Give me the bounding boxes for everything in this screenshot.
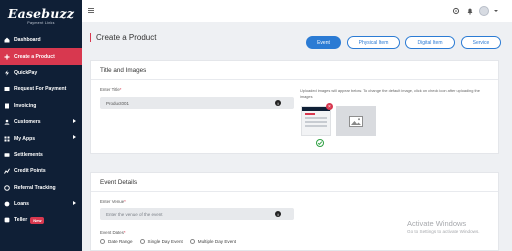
tab-physical-item[interactable]: Physical Item xyxy=(347,36,400,49)
plus-icon xyxy=(4,54,10,60)
credit-points-icon xyxy=(4,168,10,175)
bell-icon[interactable] xyxy=(465,7,474,16)
top-bar xyxy=(82,0,512,22)
sidebar-item-my-apps[interactable]: My Apps xyxy=(0,130,82,146)
tab-digital-item[interactable]: Digital Item xyxy=(405,36,455,49)
invoice-icon xyxy=(4,103,10,109)
watermark-subtitle: Go to Settings to activate Windows. xyxy=(407,229,480,234)
sidebar-item-teller[interactable]: Teller New xyxy=(0,212,82,228)
request-icon xyxy=(4,86,10,92)
chevron-right-icon xyxy=(73,135,76,140)
sidebar-item-label: Settlements xyxy=(14,151,43,158)
sidebar-item-request-for-payment[interactable]: Request For Payment xyxy=(0,81,82,97)
settlements-icon xyxy=(4,152,10,158)
watermark-title: Activate Windows xyxy=(407,219,467,228)
sidebar-item-invoicing[interactable]: Invoicing xyxy=(0,98,82,114)
sidebar-item-credit-points[interactable]: Credit Points xyxy=(0,163,82,179)
sidebar-item-label: Loans xyxy=(14,201,30,208)
sidebar-item-label: My Apps xyxy=(14,135,36,142)
bolt-icon xyxy=(4,70,10,76)
upload-note: Uploaded images will appear below. To ch… xyxy=(300,88,480,99)
sidebar-item-referral-tracking[interactable]: Referral Tracking xyxy=(0,180,82,196)
sidebar-item-label: Create a Product xyxy=(14,53,55,60)
gear-icon[interactable] xyxy=(451,7,460,16)
venue-input[interactable]: Enter the venue of the event xyxy=(100,208,294,220)
sidebar-item-settlements[interactable]: Settlements xyxy=(0,147,82,163)
sidebar-item-create-a-product[interactable]: Create a Product xyxy=(0,48,82,65)
chevron-right-icon xyxy=(73,118,76,123)
new-badge: New xyxy=(30,216,45,224)
sidebar-item-label: Invoicing xyxy=(14,102,37,109)
card-heading: Event Details xyxy=(91,173,498,192)
logo-tagline: Payment Links xyxy=(27,21,55,25)
teller-icon xyxy=(4,217,10,223)
delete-image-icon[interactable]: × xyxy=(326,103,333,110)
sidebar-item-label: Request For Payment xyxy=(14,86,67,93)
chevron-down-icon[interactable] xyxy=(494,10,498,12)
sidebar-item-quickpay[interactable]: QuickPay xyxy=(0,65,82,81)
activate-windows-watermark: Activate Windows Go to Settings to activ… xyxy=(407,219,480,234)
product-type-tabs: Event Physical Item Digital Item Service xyxy=(0,36,512,50)
loans-icon xyxy=(4,201,10,207)
info-icon[interactable]: i xyxy=(275,100,281,106)
customers-icon xyxy=(4,119,10,125)
brand-logo[interactable]: Easebuzz Payment Links xyxy=(0,0,82,32)
sidebar-item-label: Customers xyxy=(14,119,41,126)
venue-label: Enter Venue* xyxy=(100,199,126,204)
title-input[interactable]: Product001 xyxy=(100,97,294,109)
radio-single-day-event[interactable]: Single Day Event xyxy=(139,239,183,244)
sidebar-item-loans[interactable]: Loans xyxy=(0,196,82,212)
check-icon[interactable] xyxy=(316,139,324,147)
image-upload-placeholder[interactable] xyxy=(336,106,376,136)
title-label: Enter Title* xyxy=(100,87,122,92)
image-icon xyxy=(349,115,363,127)
event-date-options: Date Range Single Day Event Multiple Day… xyxy=(100,239,236,244)
event-details-card: Event Details Enter Venue* Enter the ven… xyxy=(90,172,499,251)
card-heading: Title and Images xyxy=(91,61,498,80)
tab-event[interactable]: Event xyxy=(306,36,341,49)
radio-multiple-day-event[interactable]: Multiple Day Event xyxy=(189,239,236,244)
logo-text: Easebuzz xyxy=(7,6,75,21)
sidebar-item-label: Teller xyxy=(14,217,28,224)
info-icon[interactable]: i xyxy=(275,211,281,217)
sidebar-item-label: Credit Points xyxy=(14,168,46,175)
chevron-right-icon xyxy=(73,200,76,205)
tab-service[interactable]: Service xyxy=(461,36,501,49)
referral-icon xyxy=(4,184,10,191)
sidebar-item-label: QuickPay xyxy=(14,69,38,76)
avatar[interactable] xyxy=(479,6,489,16)
menu-toggle-icon[interactable] xyxy=(88,8,94,13)
sidebar-item-customers[interactable]: Customers xyxy=(0,114,82,130)
apps-icon xyxy=(4,136,10,142)
radio-date-range[interactable]: Date Range xyxy=(100,239,133,244)
sidebar-item-label: Referral Tracking xyxy=(14,184,56,191)
event-dates-label: Event Dates* xyxy=(100,230,126,235)
uploaded-image-thumbnail[interactable] xyxy=(301,106,331,136)
title-images-card: Title and Images Enter Title* Product001… xyxy=(90,60,499,154)
